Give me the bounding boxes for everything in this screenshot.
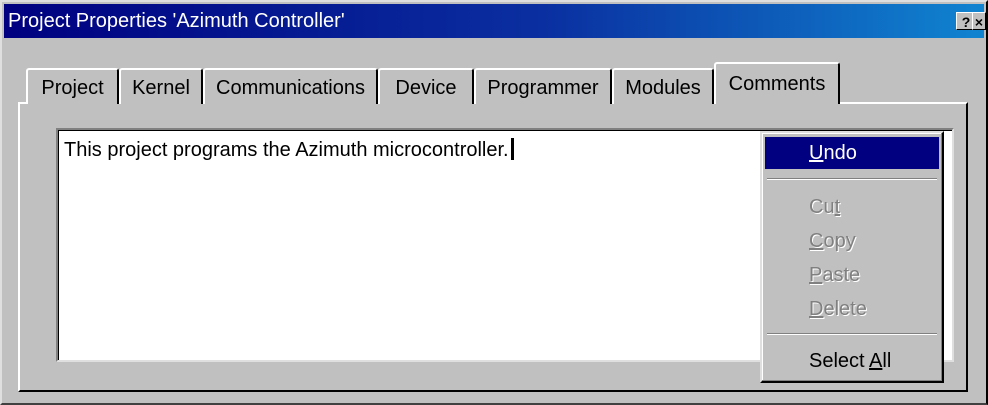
tab-device[interactable]: Device [378, 68, 474, 104]
title-bar[interactable]: Project Properties 'Azimuth Controller' … [4, 4, 986, 38]
comments-text: This project programs the Azimuth microc… [64, 138, 514, 162]
menu-item-cut[interactable]: Cut [765, 191, 939, 223]
context-menu: Undo Cut Copy Paste Delete Select All [760, 131, 944, 383]
menu-item-select-all[interactable]: Select All [765, 345, 939, 377]
tab-programmer[interactable]: Programmer [474, 68, 612, 104]
menu-item-undo[interactable]: Undo [765, 137, 939, 169]
menu-separator [767, 333, 937, 335]
tab-project[interactable]: Project [26, 68, 119, 104]
tab-comments[interactable]: Comments [714, 62, 840, 104]
window-title: Project Properties 'Azimuth Controller' [8, 10, 345, 32]
tab-communications[interactable]: Communications [203, 68, 378, 104]
menu-separator [767, 178, 937, 180]
menu-item-paste[interactable]: Paste [765, 259, 939, 291]
close-button[interactable]: × [972, 12, 986, 30]
project-properties-dialog: Project Properties 'Azimuth Controller' … [0, 0, 988, 405]
menu-item-delete[interactable]: Delete [765, 293, 939, 325]
tab-kernel[interactable]: Kernel [119, 68, 203, 104]
tab-modules[interactable]: Modules [612, 68, 714, 104]
menu-item-copy[interactable]: Copy [765, 225, 939, 257]
help-icon: ? [961, 14, 971, 30]
text-caret [510, 138, 514, 160]
close-icon: × [974, 14, 984, 30]
